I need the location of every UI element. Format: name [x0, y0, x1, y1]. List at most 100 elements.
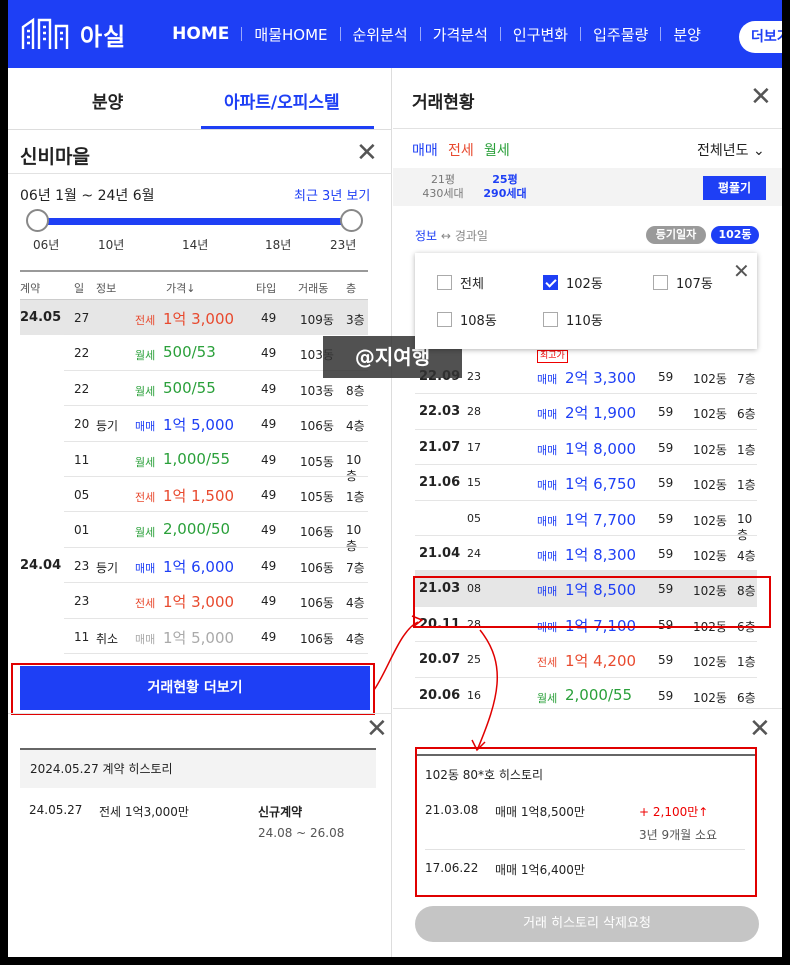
nav-more-button[interactable]: 더보기 [739, 21, 782, 53]
slider-tick: 14년 [182, 238, 209, 252]
contract-day: 15 [467, 476, 481, 490]
dong-option-label: 102동 [566, 277, 603, 292]
table-row[interactable]: 22.03 28 매매 2억 1,900 59 102동 6층 [415, 394, 757, 430]
table-row[interactable]: 05 매매 1억 7,700 59 102동 10층 [415, 501, 757, 542]
table-row[interactable]: 24.04 23 등기 매매 1억 6,000 49 106동 7층 [20, 548, 368, 584]
checkbox-icon[interactable] [543, 312, 558, 327]
nav-ranking[interactable]: 순위분석 [353, 24, 408, 45]
deal-price: 1억 4,200 [565, 652, 637, 671]
deal-price: 1,000/55 [163, 449, 231, 468]
table-row[interactable]: 21.07 17 매매 1억 8,000 59 102동 1층 [415, 430, 757, 466]
filter-monthly[interactable]: 월세 [484, 140, 510, 160]
deal-price: 1억 5,000 [163, 416, 235, 435]
area-21[interactable]: 21평 430세대 [413, 173, 473, 201]
floor: 1층 [737, 655, 756, 670]
slider-end-handle[interactable] [340, 209, 363, 232]
dong-checkbox-3[interactable]: 108동 [437, 310, 497, 329]
table-row[interactable]: 21.06 15 매매 1억 6,750 59 102동 1층 [415, 465, 757, 501]
nav-home[interactable]: HOME [172, 24, 229, 44]
info-toggle[interactable]: 정보 ↔ 경과일 [415, 227, 488, 244]
nav-listing-home[interactable]: 매물HOME [254, 24, 327, 45]
close-icon[interactable]: ✕ [366, 716, 388, 742]
floor: 8층 [346, 383, 365, 398]
nav-presale[interactable]: 분양 [673, 24, 701, 45]
table-row[interactable]: 05 전세 1억 1,500 49 105동 1층 [20, 477, 368, 513]
unit-type: 49 [261, 594, 277, 609]
table-row[interactable]: 최고가22.0923매매2억 3,30059102동7층 [415, 350, 757, 395]
deal-type: 월세 [135, 384, 156, 398]
contract-month: 21.07 [419, 439, 461, 455]
info-label: 정보 [415, 229, 438, 243]
deal-price: 1억 6,750 [565, 475, 637, 494]
table-body: 최고가22.0923매매2억 3,30059102동7층22.0328매매2억 … [415, 350, 757, 713]
close-icon[interactable]: ✕ [750, 84, 772, 110]
building-dong: 105동 [300, 454, 334, 469]
contract-month: 21.06 [419, 475, 461, 491]
history-period: 24.08 ~ 26.08 [258, 826, 345, 840]
close-icon[interactable]: ✕ [356, 140, 378, 166]
divider [393, 128, 782, 129]
annotation-box [413, 576, 771, 628]
col-info: 정보 [96, 282, 117, 295]
building-dong: 102동 [693, 513, 727, 528]
logo-text: 아실 [80, 22, 127, 51]
period-slider-track[interactable] [37, 218, 353, 225]
building-dong: 102동 [693, 478, 727, 493]
close-icon[interactable]: ✕ [749, 716, 771, 742]
checkbox-icon[interactable] [653, 275, 668, 290]
delete-history-request-button[interactable]: 거래 히스토리 삭제요청 [415, 906, 759, 942]
filter-jeonse[interactable]: 전세 [448, 140, 474, 160]
pyung-button[interactable]: 평풀기 [703, 176, 766, 200]
recent-3-years-link[interactable]: 최근 3년 보기 [294, 185, 370, 204]
registry-date-pill[interactable]: 등기일자 [646, 226, 706, 244]
dong-checkbox-0[interactable]: 전체 [437, 273, 484, 292]
active-tab-indicator [201, 126, 374, 129]
deal-price: 1억 1,500 [163, 486, 235, 505]
dong-filter-popup: ✕ 전체 102동 107동 108동 110동 [415, 253, 757, 349]
deal-price: 1억 6,000 [163, 557, 235, 576]
table-row[interactable]: 11 취소 매매 1억 5,000 49 106동 4층 [20, 619, 368, 654]
deal-type: 매매 [537, 443, 558, 457]
close-icon[interactable]: ✕ [733, 260, 750, 282]
checkbox-checked-icon[interactable] [543, 275, 558, 290]
dong-checkbox-4[interactable]: 110동 [543, 310, 603, 329]
floor: 4층 [346, 596, 365, 611]
table-row[interactable]: 22 월세 500/55 49 103동 8층 [20, 371, 368, 407]
table-row[interactable]: 22 월세 500/53 49 103동 [20, 335, 368, 371]
table-row[interactable]: 11 월세 1,000/55 49 105동 10층 [20, 442, 368, 483]
building-dong: 102동 [693, 372, 727, 386]
tab-apartment[interactable]: 아파트/오피스텔 [224, 88, 340, 113]
max-price-tag: 최고가 [537, 350, 568, 363]
table-row[interactable]: 01 월세 2,000/50 49 106동 10층 [20, 512, 368, 553]
filter-sale[interactable]: 매매 [412, 140, 438, 160]
deal-type: 전세 [135, 490, 156, 504]
building-dong: 102동 [693, 690, 727, 705]
table-row[interactable]: 21.04 24 매매 1억 8,300 59 102동 4층 [415, 536, 757, 572]
nav-price[interactable]: 가격분석 [433, 24, 488, 45]
logo[interactable]: 아실 [20, 17, 126, 52]
transaction-table: 계약 일 정보 가격↓ 타입 거래동 층 24.05 27 전세 1억 3,000 49… [20, 270, 368, 654]
table-row[interactable]: 23 전세 1억 3,000 49 106동 4층 [20, 583, 368, 619]
dong-checkbox-2[interactable]: 107동 [653, 273, 713, 292]
col-price-sort[interactable]: 가격↓ [166, 280, 195, 296]
floor: 4층 [737, 548, 756, 563]
year-select[interactable]: 전체년도 ⌄ [697, 140, 765, 160]
checkbox-icon[interactable] [437, 275, 452, 290]
nav-supply[interactable]: 입주물량 [593, 24, 648, 45]
slider-start-handle[interactable] [26, 209, 49, 232]
elapsed-label: 경과일 [454, 229, 488, 243]
panel-title: 거래현황 [412, 93, 475, 113]
area-size: 25평 [492, 173, 518, 186]
table-row[interactable]: 20.07 25 전세 1억 4,200 59 102동 1층 [415, 642, 757, 678]
dong-checkbox-1[interactable]: 102동 [543, 273, 603, 292]
table-row[interactable]: 20 등기 매매 1억 5,000 49 106동 4층 [20, 406, 368, 442]
nav-population[interactable]: 인구변화 [513, 24, 568, 45]
table-row[interactable]: 24.05 27 전세 1억 3,000 49 109동 3층 [20, 300, 368, 336]
contract-day: 16 [467, 688, 481, 702]
tab-presale[interactable]: 분양 [92, 88, 123, 113]
deal-type: 월세 [537, 691, 558, 705]
building-dong: 106동 [300, 419, 334, 434]
checkbox-icon[interactable] [437, 312, 452, 327]
dong-filter-pill[interactable]: 102동 [711, 226, 759, 244]
area-25[interactable]: 25평 290세대 [473, 173, 537, 201]
